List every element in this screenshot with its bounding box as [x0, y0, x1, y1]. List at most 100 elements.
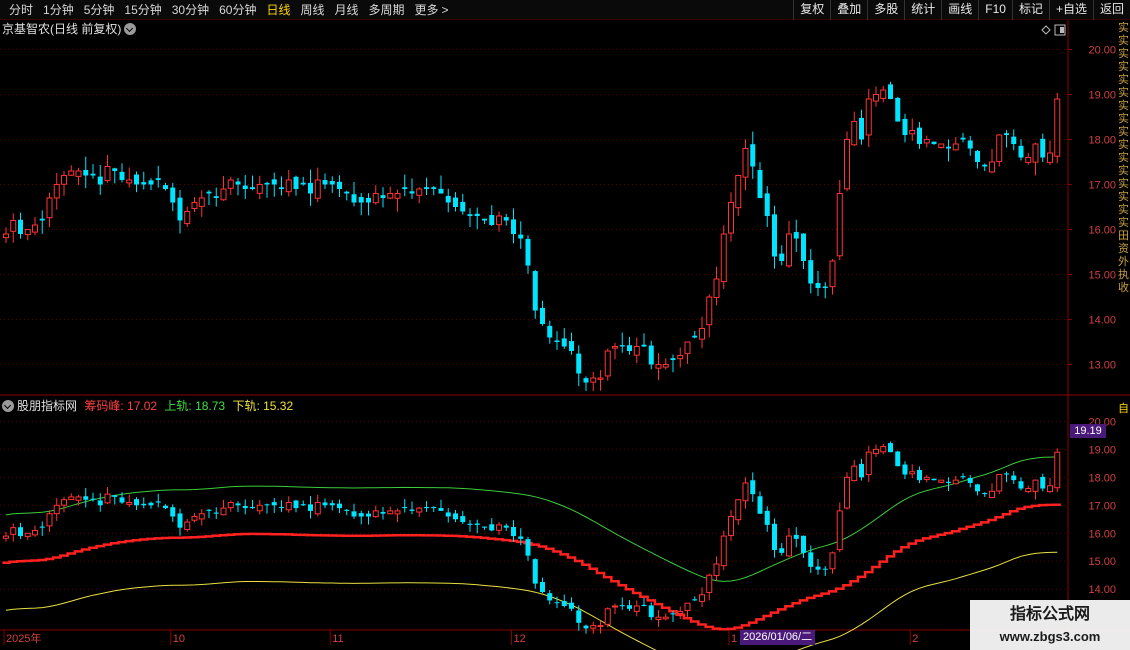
- main-candle: [18, 219, 23, 234]
- indicator-candle: [503, 525, 509, 528]
- main-candle: [641, 344, 647, 347]
- indicator-candle: [662, 616, 669, 620]
- indicator-candle: [604, 608, 611, 625]
- x-axis-label: 1: [731, 633, 737, 645]
- main-candle: [873, 94, 879, 102]
- indicator-candle: [619, 605, 625, 607]
- main-candle: [460, 201, 466, 212]
- main-candle: [68, 170, 75, 176]
- indicator-candle: [540, 582, 545, 593]
- main-candle: [597, 377, 604, 380]
- main-candle: [909, 130, 916, 135]
- indicator-candle: [569, 602, 574, 609]
- indicator-candle: [409, 509, 415, 511]
- chevron-down-icon[interactable]: [2, 400, 14, 412]
- side-strip-char: 实: [1118, 126, 1129, 138]
- main-candle: [1040, 138, 1046, 158]
- lower-band-label: 下轨: 15.32: [232, 399, 294, 413]
- main-candle: [1011, 136, 1017, 144]
- indicator-candle: [271, 502, 277, 506]
- indicator-candle: [387, 510, 394, 515]
- indicator-candle: [300, 504, 306, 506]
- main-candle: [235, 181, 241, 185]
- main-candle: [801, 233, 806, 261]
- main-candle: [960, 137, 966, 140]
- main-candle: [148, 180, 154, 185]
- main-candle: [387, 193, 394, 199]
- main-candle: [206, 191, 212, 194]
- main-candle: [808, 260, 814, 284]
- main-candle: [445, 195, 451, 203]
- watermark-url: www.zbgs3.com: [999, 629, 1101, 644]
- indicator-candle: [314, 502, 321, 515]
- main-candle: [242, 185, 248, 189]
- main-candle: [170, 187, 176, 203]
- main-candle: [227, 179, 234, 189]
- indicator-candle: [242, 505, 248, 509]
- main-candle: [467, 214, 473, 216]
- main-candle: [627, 345, 632, 351]
- main-candle: [322, 180, 328, 185]
- indicator-candle: [692, 599, 698, 601]
- main-candle: [482, 218, 487, 221]
- main-candle: [90, 173, 96, 176]
- indicator-candle: [655, 616, 662, 620]
- side-info-strip[interactable]: 实实实实实实实实实实实实实实实实田资外执收: [1118, 22, 1130, 394]
- indicator-candle: [104, 493, 111, 504]
- chevron-down-icon[interactable]: [124, 23, 137, 35]
- main-candle: [83, 169, 89, 176]
- main-candle: [285, 179, 292, 193]
- side-info-strip-2[interactable]: 自: [1118, 400, 1130, 415]
- main-candle: [518, 234, 524, 239]
- side-strip-char: 执: [1118, 269, 1129, 281]
- indicator-candle: [285, 502, 292, 511]
- indicator-candle: [279, 507, 284, 509]
- indicator-candle: [764, 510, 770, 525]
- indicator-candle: [590, 625, 597, 629]
- main-candle: [859, 117, 864, 140]
- indicator-candle: [489, 524, 495, 531]
- lower-band-line: [5, 551, 1058, 650]
- main-candle: [822, 286, 828, 288]
- main-candle: [713, 278, 720, 298]
- indicator-candle: [75, 496, 82, 501]
- window-toggle-icon-fill: [1060, 27, 1064, 33]
- side-strip-char: 实: [1118, 204, 1129, 216]
- indicator-candle: [402, 506, 408, 509]
- indicator-candle: [482, 526, 487, 528]
- main-candle: [424, 187, 429, 189]
- stock-title: 京基智农(日线 前复权): [2, 22, 122, 36]
- indicator-candle: [960, 476, 966, 478]
- main-candle: [112, 168, 118, 171]
- main-candle: [895, 97, 901, 122]
- side-strip-char: 实: [1118, 152, 1129, 164]
- indicator-candle: [989, 490, 995, 498]
- main-candle: [946, 146, 951, 149]
- main-candle: [177, 197, 183, 221]
- indicator-pane-title[interactable]: 股朋指标网 筹码峰: 17.02 上轨: 18.73 下轨: 15.32: [2, 398, 293, 414]
- main-candle: [32, 224, 38, 233]
- indicator-y-tick-label: 18.00: [1088, 472, 1116, 484]
- indicator-candle: [496, 524, 502, 531]
- main-candle: [24, 229, 31, 236]
- main-candle: [525, 238, 531, 266]
- side-strip-char: 实: [1118, 165, 1129, 177]
- main-candle: [931, 141, 937, 144]
- indicator-candle: [648, 605, 654, 618]
- side-strip-char: 实: [1118, 191, 1129, 203]
- main-candle: [394, 193, 401, 199]
- x-axis-label: 11: [332, 633, 343, 645]
- kline-chart[interactable]: 20.00 19.00 18.00 17.00 16.00 15.00 14.00 13.00…: [0, 0, 1130, 650]
- side-strip-char: 实: [1118, 35, 1129, 47]
- main-pane-title[interactable]: 京基智农(日线 前复权): [2, 21, 137, 37]
- indicator-y-tick-label: 19.00: [1088, 444, 1116, 456]
- indicator-candle: [946, 481, 951, 483]
- main-candle: [750, 144, 756, 167]
- indicator-candle: [453, 513, 458, 520]
- indicator-candle: [372, 510, 379, 518]
- indicator-candle: [532, 559, 538, 584]
- indicator-y-tick-label: 14.00: [1088, 584, 1116, 596]
- indicator-candle: [1004, 473, 1009, 475]
- main-candle: [655, 364, 662, 369]
- main-candle: [569, 341, 574, 351]
